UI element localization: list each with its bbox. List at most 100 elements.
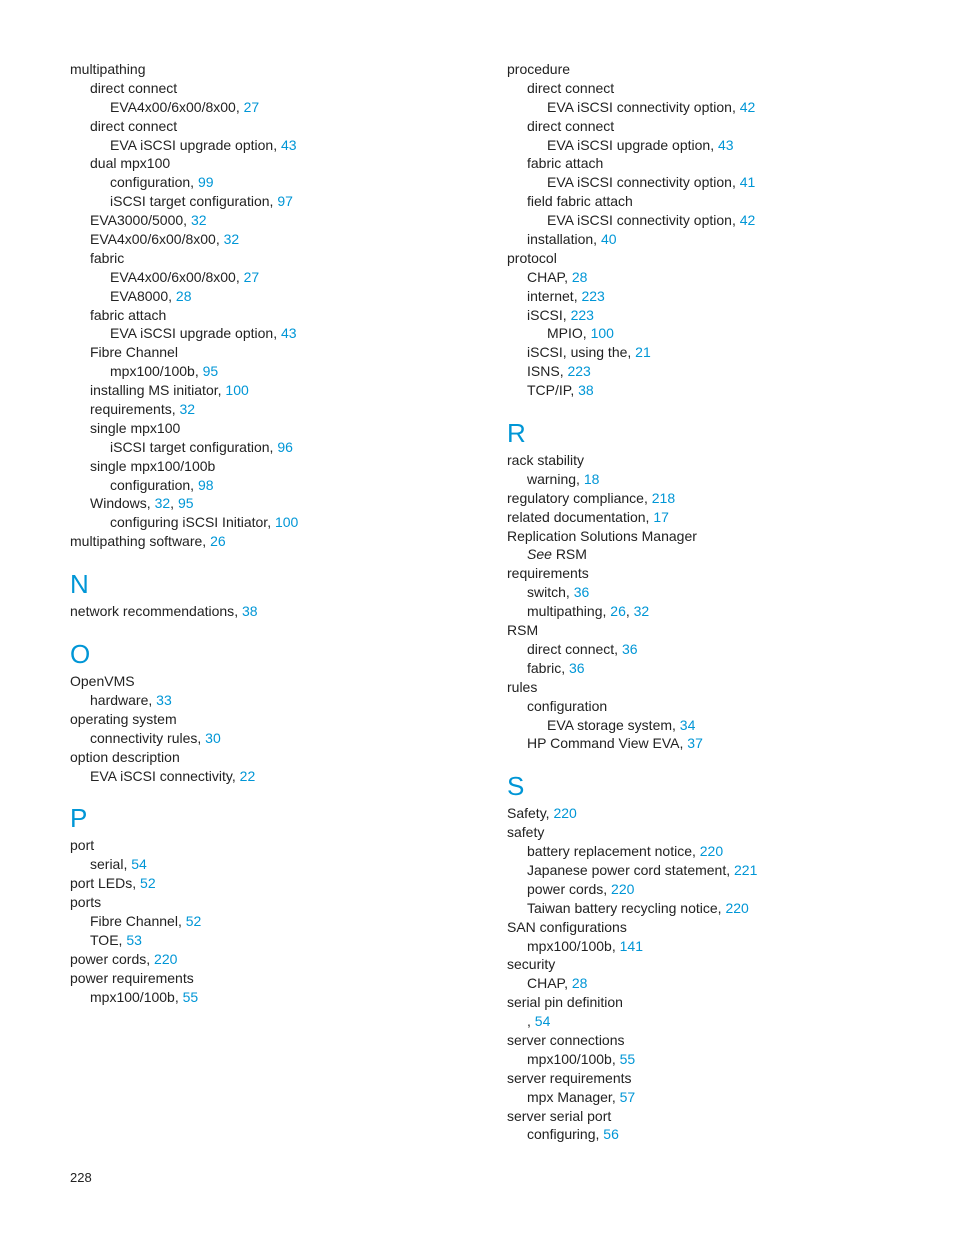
index-entry-text: server requirements [507,1070,632,1086]
page-link[interactable]: 220 [154,951,177,967]
page-link[interactable]: 32 [634,603,650,619]
page-link[interactable]: 223 [581,288,604,304]
page-link[interactable]: 54 [131,856,147,872]
page-link[interactable]: 34 [680,717,696,733]
index-entry-text: internet [527,288,574,304]
page-link[interactable]: 28 [176,288,192,304]
page-link[interactable]: 223 [567,363,590,379]
index-entry-text: MPIO [547,325,583,341]
index-entry: fabric attach [90,306,447,325]
index-entry: mpx Manager, 57 [527,1088,884,1107]
index-entry: power cords, 220 [70,950,447,969]
index-entry: CHAP, 28 [527,974,884,993]
page-link[interactable]: 17 [653,509,669,525]
page-link[interactable]: 43 [718,137,734,153]
page-link[interactable]: 36 [622,641,638,657]
index-entry: EVA iSCSI connectivity option, 41 [547,173,884,192]
index-entry: multipathing software, 26 [70,532,447,551]
page-link[interactable]: 42 [740,99,756,115]
page-link[interactable]: 27 [244,269,260,285]
index-entry: installing MS initiator, 100 [90,381,447,400]
index-entry-text: configuration [527,698,607,714]
index-entry: security [507,955,884,974]
index-entry: , 54 [527,1012,884,1031]
index-entry-text: rack stability [507,452,584,468]
page-link[interactable]: 33 [156,692,172,708]
page-link[interactable]: 221 [734,862,757,878]
index-entry: fabric attach [527,154,884,173]
page-link[interactable]: 53 [126,932,142,948]
page-link[interactable]: 220 [725,900,748,916]
index-entry: EVA iSCSI upgrade option, 43 [110,136,447,155]
page-link[interactable]: 57 [620,1089,636,1105]
index-entry-text: procedure [507,61,570,77]
index-entry: field fabric attach [527,192,884,211]
index-entry-text: mpx100/100b [527,1051,612,1067]
page-link[interactable]: 18 [584,471,600,487]
page-link[interactable]: 38 [242,603,258,619]
page-link[interactable]: 43 [281,325,297,341]
page-link[interactable]: 220 [611,881,634,897]
page-link[interactable]: 32 [191,212,207,228]
page-link[interactable]: 38 [578,382,594,398]
page-link[interactable]: 95 [178,495,194,511]
page-link[interactable]: 36 [574,584,590,600]
page-link[interactable]: 54 [535,1013,551,1029]
page-link[interactable]: 55 [620,1051,636,1067]
page-link[interactable]: 27 [244,99,260,115]
index-entry: multipathing, 26, 32 [527,602,884,621]
index-entry-text: fabric [90,250,124,266]
page-link[interactable]: 218 [652,490,675,506]
page-link[interactable]: 21 [635,344,651,360]
page-link[interactable]: 26 [610,603,626,619]
index-entry-text: power requirements [70,970,194,986]
page-link[interactable]: 22 [240,768,256,784]
page-link[interactable]: 99 [198,174,214,190]
page-link[interactable]: 37 [687,735,703,751]
page-link[interactable]: 52 [140,875,156,891]
index-entry-text: single mpx100 [90,420,180,436]
page-link[interactable]: 43 [281,137,297,153]
page-link[interactable]: 26 [210,533,226,549]
page-link[interactable]: 100 [275,514,298,530]
page-link[interactable]: 220 [700,843,723,859]
page-link[interactable]: 95 [203,363,219,379]
page-link[interactable]: 30 [205,730,221,746]
index-entry-text: Windows [90,495,147,511]
page-link[interactable]: 28 [572,975,588,991]
index-entry-text: iSCSI target configuration [110,439,270,455]
index-entry: direct connect [527,79,884,98]
page-link[interactable]: 97 [277,193,293,209]
page-link[interactable]: 100 [591,325,614,341]
index-entry: OpenVMS [70,672,447,691]
index-entry-text: CHAP [527,269,564,285]
page-link[interactable]: 220 [553,805,576,821]
page-link[interactable]: 36 [569,660,585,676]
page-link[interactable]: 96 [277,439,293,455]
index-entry-text: direct connect [90,118,177,134]
page-link[interactable]: 32 [179,401,195,417]
page-link[interactable]: 32 [224,231,240,247]
index-entry-text: iSCSI target configuration [110,193,270,209]
index-entry: See RSM [527,545,884,564]
page-link[interactable]: 55 [183,989,199,1005]
page-link[interactable]: 223 [571,307,594,323]
index-entry-text: rules [507,679,537,695]
page-link[interactable]: 52 [186,913,202,929]
index-entry: iSCSI, using the, 21 [527,343,884,362]
page-link[interactable]: 42 [740,212,756,228]
index-entry: mpx100/100b, 95 [110,362,447,381]
page-link[interactable]: 41 [740,174,756,190]
page-link[interactable]: 100 [225,382,248,398]
index-letter-heading: P [70,803,447,834]
page-link[interactable]: 32 [155,495,171,511]
page-link[interactable]: 28 [572,269,588,285]
index-entry-text: EVA3000/5000 [90,212,183,228]
page-link[interactable]: 98 [198,477,214,493]
page-link[interactable]: 40 [601,231,617,247]
index-entry: server serial port [507,1107,884,1126]
index-entry-text: direct connect [527,80,614,96]
page-link[interactable]: 141 [620,938,643,954]
page-link[interactable]: 56 [603,1126,619,1142]
index-entry: iSCSI, 223 [527,306,884,325]
